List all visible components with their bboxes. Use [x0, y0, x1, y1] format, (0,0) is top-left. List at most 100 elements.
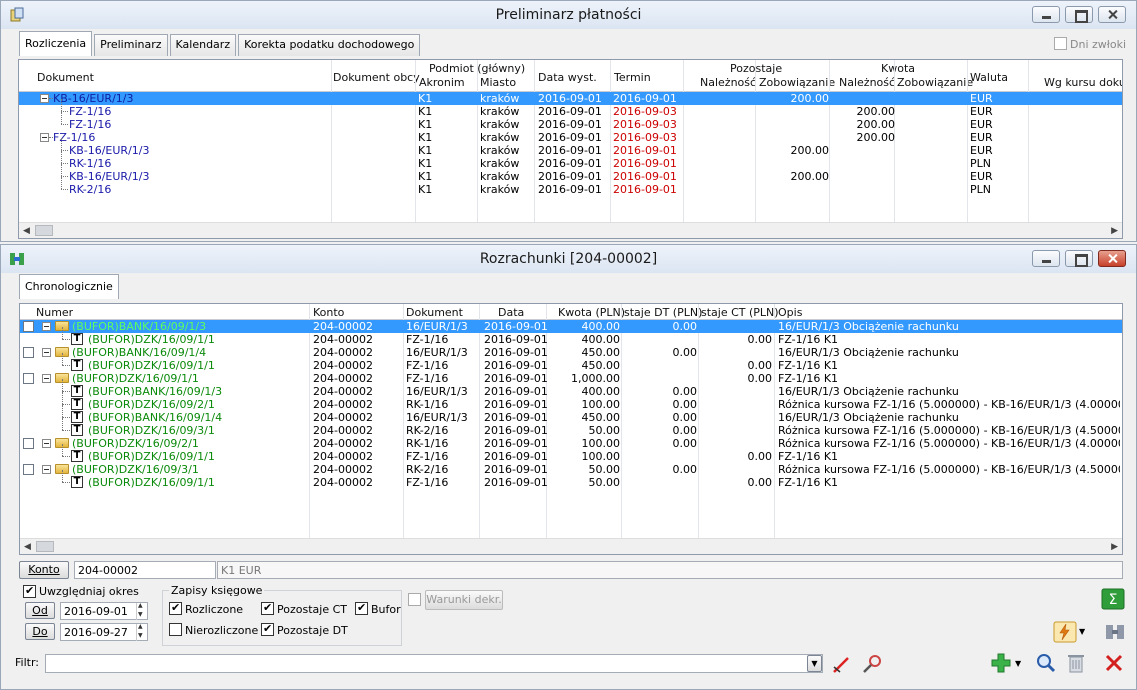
od-button[interactable]: Od	[25, 602, 55, 619]
nierozliczone-checkbox[interactable]	[169, 623, 182, 636]
collapse-icon[interactable]	[42, 374, 51, 383]
rozrachunki-row[interactable]: T (BUFOR)DZK/16/09/1/1 204-00002 FZ-1/16 201…	[20, 327, 1122, 346]
rozrachunki-grid[interactable]: Numer Konto Dokument Data Kwota (PLN) st…	[19, 303, 1123, 555]
trash-icon[interactable]	[1064, 652, 1088, 674]
rozrachunki-row[interactable]: (BUFOR)BANK/16/09/1/3 204-00002 16/EUR/1/3…	[20, 320, 1122, 333]
rozrachunki-row[interactable]: (BUFOR)DZK/16/09/3/1 204-00002 RK-2/16 2016…	[20, 463, 1122, 476]
scroll-left-icon[interactable]: ◀	[23, 226, 30, 236]
row-checkbox[interactable]	[23, 347, 34, 358]
top-hscroll-thumb[interactable]	[35, 225, 53, 236]
col-kwota-naleznosc[interactable]: Należność	[839, 76, 895, 89]
top-hscrollbar[interactable]: ◀ ▶	[19, 222, 1122, 238]
rozrachunki-row[interactable]: T (BUFOR)DZK/16/09/1/1 204-00002 FZ-1/16 201…	[20, 353, 1122, 372]
search-icon[interactable]	[1034, 652, 1058, 674]
col-staje-dt[interactable]: staje DT (PLN)	[624, 306, 702, 319]
bottom-hscroll-thumb[interactable]	[36, 541, 54, 552]
rozrachunki-row[interactable]: T (BUFOR)DZK/16/09/1/1 204-00002 FZ-1/16 201…	[20, 444, 1122, 463]
scroll-left-icon[interactable]: ◀	[24, 542, 31, 552]
col-opis[interactable]: Opis	[778, 306, 802, 319]
col-termin[interactable]: Termin	[614, 71, 651, 84]
rozliczenia-row[interactable]: KB-16/EUR/1/3 K1 kraków 2016-09-01 2016-09-0…	[19, 138, 1122, 157]
pozostaje-ct-checkbox[interactable]	[261, 601, 274, 615]
preliminarz-titlebar[interactable]: Preliminarz płatności	[1, 1, 1136, 29]
maximize-button[interactable]	[1065, 6, 1093, 23]
do-button[interactable]: Do	[25, 623, 55, 640]
collapse-icon[interactable]	[40, 94, 49, 103]
rozrachunki-row[interactable]: (BUFOR)BANK/16/09/1/4 204-00002 16/EUR/1/3…	[20, 346, 1122, 359]
rozliczenia-row[interactable]: FZ-1/16 K1 kraków 2016-09-01 2016-09-03 200.0…	[19, 112, 1122, 131]
collapse-icon[interactable]	[42, 348, 51, 357]
col-konto[interactable]: Konto	[313, 306, 344, 319]
filter-settings-icon[interactable]	[860, 653, 884, 675]
col-pozostaje-naleznosc[interactable]: Należność	[700, 76, 756, 89]
scroll-right-icon[interactable]: ▶	[1111, 226, 1118, 236]
collapse-icon[interactable]	[42, 322, 51, 331]
rozliczenia-row[interactable]: FZ-1/16 K1 kraków 2016-09-01 2016-09-03 200.0…	[19, 99, 1122, 118]
tab-preliminarz[interactable]: Preliminarz	[94, 34, 168, 56]
rozliczenia-row[interactable]: FZ-1/16 K1 kraków 2016-09-01 2016-09-03 200.0…	[19, 131, 1122, 144]
col-kwota-pln[interactable]: Kwota (PLN)	[558, 306, 625, 319]
filtr-input[interactable]	[45, 654, 823, 673]
col-dokument[interactable]: Dokument	[37, 71, 94, 84]
konto-button[interactable]: Konto	[19, 561, 69, 579]
konto-input[interactable]: 204-00002	[74, 561, 216, 579]
col-data-wyst[interactable]: Data wyst.	[538, 71, 597, 84]
row-checkbox[interactable]	[23, 438, 34, 449]
bufor-checkbox[interactable]	[355, 601, 368, 615]
col-waluta[interactable]: Waluta	[970, 71, 1008, 84]
uwzgledniaj-okres-checkbox[interactable]	[23, 584, 36, 598]
close-button[interactable]	[1098, 250, 1126, 267]
warunki-dekr-button[interactable]: Warunki dekr.	[425, 590, 503, 610]
col-akronim[interactable]: Akronim	[419, 76, 465, 89]
bottom-hscrollbar[interactable]: ◀ ▶	[20, 538, 1122, 554]
lightning-icon[interactable]	[1053, 621, 1077, 643]
warunki-dekr-checkbox[interactable]	[408, 593, 421, 606]
collapse-icon[interactable]	[40, 133, 49, 142]
od-date-spinner[interactable]	[136, 602, 147, 620]
maximize-button[interactable]	[1065, 250, 1093, 267]
rozrachunki-row[interactable]: T (BUFOR)BANK/16/09/1/4 204-00002 16/EUR/1/…	[20, 405, 1122, 424]
close-button[interactable]	[1098, 6, 1126, 23]
do-date-spinner[interactable]	[136, 623, 147, 641]
split-icon[interactable]	[1103, 621, 1127, 643]
rozrachunki-row[interactable]: T (BUFOR)DZK/16/09/2/1 204-00002 RK-1/16 201…	[20, 392, 1122, 411]
rozrachunki-row[interactable]: T (BUFOR)DZK/16/09/3/1 204-00002 RK-2/16 201…	[20, 418, 1122, 437]
col-wg-kursu[interactable]: Wg kursu dokum	[1044, 76, 1122, 89]
pozostaje-dt-checkbox[interactable]	[261, 622, 274, 636]
filtr-dropdown-button[interactable]: ▼	[807, 655, 822, 672]
col-dokument-obcy[interactable]: Dokument obcy	[333, 71, 420, 84]
scroll-right-icon[interactable]: ▶	[1111, 542, 1118, 552]
close-x-icon[interactable]	[1102, 652, 1126, 674]
do-date-input[interactable]: 2016-09-27	[60, 623, 148, 641]
minimize-button[interactable]	[1032, 250, 1060, 267]
sum-icon[interactable]: Σ	[1101, 588, 1125, 610]
tab-korekta[interactable]: Korekta podatku dochodowego	[238, 34, 421, 56]
lightning-dropdown-icon[interactable]: ▼	[1079, 627, 1085, 636]
col-numer[interactable]: Numer	[36, 306, 73, 319]
rozliczenia-row[interactable]: KB-16/EUR/1/3 K1 kraków 2016-09-01 2016-09-0…	[19, 92, 1122, 105]
col-kwota-zobowiazanie[interactable]: Zobowiązanie	[897, 76, 973, 89]
collapse-icon[interactable]	[42, 439, 51, 448]
collapse-icon[interactable]	[42, 465, 51, 474]
rozliczenia-grid[interactable]: Dokument Dokument obcy Podmiot (główny) …	[18, 59, 1123, 239]
tab-chronologicznie[interactable]: Chronologicznie	[19, 274, 119, 299]
col-staje-ct[interactable]: staje CT (PLN)	[701, 306, 779, 319]
row-checkbox[interactable]	[23, 321, 34, 332]
rozliczone-checkbox[interactable]	[169, 601, 182, 615]
od-date-input[interactable]: 2016-09-01	[60, 602, 148, 620]
clear-filter-icon[interactable]	[830, 653, 854, 675]
rozrachunki-row[interactable]: (BUFOR)DZK/16/09/2/1 204-00002 RK-1/16 2016…	[20, 437, 1122, 450]
minimize-button[interactable]	[1032, 6, 1060, 23]
tab-rozliczenia[interactable]: Rozliczenia	[19, 31, 93, 56]
col-data[interactable]: Data	[498, 306, 524, 319]
rozrachunki-row[interactable]: T (BUFOR)BANK/16/09/1/3 204-00002 16/EUR/1/…	[20, 379, 1122, 398]
rozliczenia-row[interactable]: KB-16/EUR/1/3 K1 kraków 2016-09-01 2016-09-0…	[19, 164, 1122, 183]
col-miasto[interactable]: Miasto	[480, 76, 516, 89]
col-pozostaje-zobowiazanie[interactable]: Zobowiązanie	[759, 76, 835, 89]
rozliczenia-row[interactable]: RK-1/16 K1 kraków 2016-09-01 2016-09-01 PLN	[19, 151, 1122, 170]
add-icon[interactable]	[989, 652, 1013, 674]
tab-kalendarz[interactable]: Kalendarz	[169, 34, 237, 56]
row-checkbox[interactable]	[23, 464, 34, 475]
rozliczenia-row[interactable]: RK-2/16 K1 kraków 2016-09-01 2016-09-01 PLN	[19, 177, 1122, 196]
dni-zwloki-checkbox[interactable]	[1054, 37, 1067, 50]
